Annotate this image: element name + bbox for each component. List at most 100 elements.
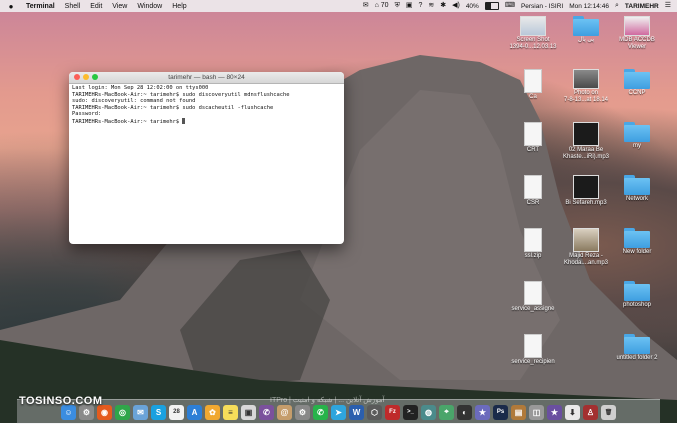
trash-icon[interactable]: 🗑 <box>601 404 616 420</box>
image-icon[interactable]: ◫ <box>529 404 544 420</box>
music-file-icon <box>573 228 599 252</box>
viber-icon[interactable]: ✆ <box>259 404 274 420</box>
downloads-icon[interactable]: ⬇ <box>565 404 580 420</box>
network-icon[interactable]: ⬡ <box>367 404 382 420</box>
terminal-line: TARIMEHRs-MacBook-Air:~ tarimehr$ sudo d… <box>72 91 290 98</box>
eye-icon[interactable]: ◍ <box>421 404 436 420</box>
desktop-item[interactable]: Photo on 7-8-13...at 18.14 <box>560 69 612 104</box>
settings-icon[interactable]: ⚙ <box>295 404 310 420</box>
notification-center-icon[interactable]: ☰ <box>665 0 671 12</box>
help-status-icon[interactable]: ? <box>418 0 422 12</box>
desktop-item[interactable]: Network <box>611 175 663 203</box>
calendar-icon[interactable]: 28 <box>169 404 184 420</box>
desktop-item[interactable]: Bi Sefareh.mp3 <box>560 175 612 207</box>
terminal-line: TARIMEHRs-MacBook-Air:~ tarimehr$ sudo d… <box>72 104 274 111</box>
menu-edit[interactable]: Edit <box>90 3 102 10</box>
mail-icon[interactable]: ✉ <box>133 404 148 420</box>
terminal-title: tarimehr — bash — 80×24 <box>168 74 245 81</box>
desktop-item-label: photoshop <box>622 302 652 308</box>
whatsapp-icon[interactable]: ✆ <box>313 404 328 420</box>
contacts-status-icon[interactable]: ✉ <box>363 0 369 12</box>
wine-icon[interactable]: ♙ <box>583 404 598 420</box>
maps-icon[interactable]: ⌖ <box>439 404 454 420</box>
terminal-line: Password: <box>72 111 102 118</box>
desktop-item[interactable]: service_recipien <box>507 334 559 366</box>
minimize-button[interactable] <box>83 74 89 80</box>
photos-icon[interactable]: ✿ <box>205 404 220 420</box>
close-button[interactable] <box>74 74 80 80</box>
desktop-item[interactable]: MDB ACCDB Viewer <box>611 16 663 51</box>
document-icon <box>524 281 542 305</box>
desktop-item[interactable]: CSR <box>507 175 559 207</box>
desktop-item[interactable]: پی پال <box>560 16 612 44</box>
desktop-item[interactable]: photoshop <box>611 281 663 309</box>
folder-icon <box>624 69 650 89</box>
desktop-item[interactable]: untitled folder 2 <box>611 334 663 362</box>
volume-icon[interactable]: ◀) <box>452 0 460 12</box>
terminal-icon[interactable]: >_ <box>403 404 418 420</box>
shield-status-icon[interactable]: ⛨ <box>395 0 400 12</box>
app-icon <box>624 16 650 36</box>
desktop-item-label: my <box>633 143 641 149</box>
terminal-titlebar[interactable]: tarimehr — bash — 80×24 <box>69 72 344 84</box>
input-source-icon[interactable]: ⌨ <box>505 0 515 12</box>
apple-menu-icon[interactable]: ● <box>6 2 16 11</box>
star-icon[interactable]: ★ <box>475 404 490 420</box>
document-icon <box>524 334 542 358</box>
spotlight-icon[interactable]: ⌕ <box>615 0 619 12</box>
menu-help[interactable]: Help <box>172 3 186 10</box>
telegram-icon[interactable]: ➤ <box>331 404 346 420</box>
desktop-item-label: service_recipien <box>511 359 555 365</box>
camera-status-icon[interactable]: ▣ <box>406 0 413 12</box>
preview-icon[interactable]: ▣ <box>241 404 256 420</box>
desktop-item[interactable]: 02 Maraa Be Khaste...iRi).mp3 <box>560 122 612 161</box>
desktop-item-label: Bi Sefareh.mp3 <box>565 200 607 206</box>
desktop-item[interactable]: ssl.zip <box>507 228 559 260</box>
terminal-prompt: TARIMEHRs-MacBook-Air:~ tarimehr$ <box>72 118 183 125</box>
appstore-icon[interactable]: A <box>187 404 202 420</box>
terminal-output[interactable]: Last login: Mon Sep 28 12:02:00 on ttys0… <box>69 84 344 127</box>
zoom-button[interactable] <box>92 74 98 80</box>
wifi-icon[interactable]: ≋ <box>428 0 434 12</box>
filezilla-icon[interactable]: Fz <box>385 404 400 420</box>
menubar-user[interactable]: TARIMEHR <box>625 3 659 10</box>
desktop-item[interactable]: Majid Reza - Khoda....an.mp3 <box>560 228 612 267</box>
menu-view[interactable]: View <box>112 3 127 10</box>
notes-icon[interactable]: ≡ <box>223 404 238 420</box>
desktop-item-label: Ca <box>529 94 537 100</box>
desktop-item[interactable]: my <box>611 122 663 150</box>
desktop-item-label: Majid Reza - Khoda....an.mp3 <box>563 253 609 266</box>
word-icon[interactable]: W <box>349 404 364 420</box>
zip-file-icon <box>524 228 542 252</box>
input-source[interactable]: Persian - ISIRI <box>521 3 563 10</box>
menubar-clock[interactable]: Mon 12:14:46 <box>569 3 609 10</box>
contacts-icon[interactable]: @ <box>277 404 292 420</box>
folder-icon <box>624 175 650 195</box>
menu-shell[interactable]: Shell <box>65 3 81 10</box>
desktop-item[interactable]: CRT <box>507 122 559 154</box>
imovie-icon[interactable]: ★ <box>547 404 562 420</box>
menu-window[interactable]: Window <box>137 3 162 10</box>
desktop-item[interactable]: service_assigne <box>507 281 559 313</box>
github-icon[interactable]: ◐ <box>457 404 472 420</box>
desktop-item-label: ssl.zip <box>524 253 542 259</box>
archive-icon[interactable]: ▤ <box>511 404 526 420</box>
desktop-item[interactable]: Ca <box>507 69 559 101</box>
desktop-item-label: CCNP <box>628 90 646 96</box>
desktop-item[interactable]: New folder <box>611 228 663 256</box>
document-icon <box>524 175 542 199</box>
dock-caption: ITPro | آموزش آنلاین ... | شبکه و امنیت <box>270 397 385 404</box>
text-cursor <box>182 117 186 124</box>
terminal-window[interactable]: tarimehr — bash — 80×24 Last login: Mon … <box>69 72 344 244</box>
desktop-item[interactable]: CCNP <box>611 69 663 97</box>
skype-icon[interactable]: S <box>151 404 166 420</box>
mail-status-icon[interactable]: ⌂ 70 <box>375 0 389 12</box>
photoshop-icon[interactable]: Ps <box>493 404 508 420</box>
bluetooth-icon[interactable]: ✱ <box>440 0 446 12</box>
terminal-line: sudo: discoveryutil: command not found <box>72 98 196 105</box>
menu-app-name[interactable]: Terminal <box>26 3 55 10</box>
battery-icon[interactable] <box>484 2 499 10</box>
desktop-item-label: New folder <box>622 249 652 255</box>
chrome-icon[interactable]: ◎ <box>115 404 130 420</box>
desktop-item[interactable]: Screen Shot 1394-0...12.03.13 <box>507 16 559 51</box>
